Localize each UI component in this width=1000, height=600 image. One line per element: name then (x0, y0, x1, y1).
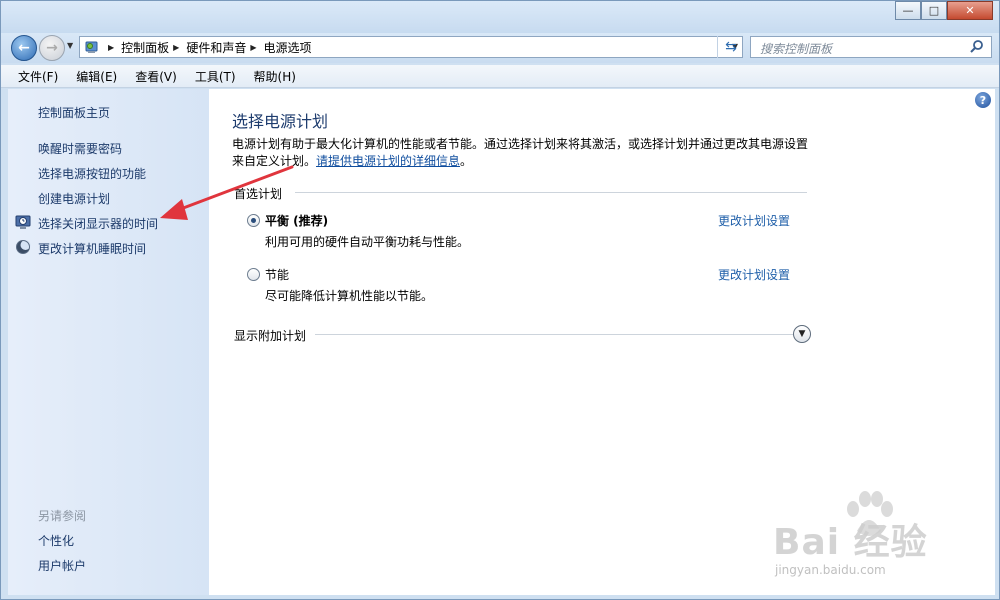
preferred-plans-label: 首选计划 (234, 187, 283, 201)
baidu-watermark: Bai 经验 jingyan.baidu.com (763, 491, 983, 591)
close-icon: ✕ (965, 4, 975, 17)
search-input[interactable]: 搜索控制面板 (750, 36, 992, 58)
forward-button[interactable]: → (39, 35, 65, 61)
power-options-window: — □ ✕ ← → ▼ ▶ 控制面板 ▶ 硬件和声音 ▶ 电源选项 ▼ ⇆ 搜索… (0, 0, 1000, 600)
page-title: 选择电源计划 (232, 112, 329, 131)
menu-tools[interactable]: 工具(T) (186, 68, 245, 85)
sidebar-item-sleep-time[interactable]: 更改计算机睡眠时间 (38, 240, 146, 257)
watermark-url: jingyan.baidu.com (775, 563, 886, 577)
page-description: 电源计划有助于最大化计算机的性能或者节能。通过选择计划来将其激活，或选择计划并通… (232, 136, 812, 170)
menu-file[interactable]: 文件(F) (9, 68, 67, 85)
breadcrumb-hardware-sound[interactable]: 硬件和声音 (186, 39, 246, 56)
address-bar[interactable]: ▶ 控制面板 ▶ 硬件和声音 ▶ 电源选项 ▼ (79, 36, 743, 58)
plan-power-saver-change-settings-link[interactable]: 更改计划设置 (718, 266, 790, 283)
help-icon[interactable]: ? (975, 92, 991, 108)
search-icon[interactable] (969, 39, 985, 55)
breadcrumb: ▶ 控制面板 ▶ 硬件和声音 ▶ 电源选项 (104, 37, 312, 57)
search-placeholder: 搜索控制面板 (760, 42, 833, 56)
chevron-down-icon: ▼ (798, 329, 806, 339)
sidebar-item-personalization[interactable]: 个性化 (38, 532, 74, 549)
arrow-right-icon: → (46, 40, 58, 56)
recent-pages-dropdown[interactable]: ▼ (67, 41, 73, 50)
see-also-heading: 另请参阅 (38, 509, 87, 523)
plan-balanced-name[interactable]: 平衡 (推荐) (265, 212, 328, 229)
window-controls: — □ ✕ (895, 1, 993, 20)
sidebar-item-wake-password[interactable]: 唤醒时需要密码 (38, 140, 122, 157)
close-button[interactable]: ✕ (947, 1, 993, 20)
maximize-button[interactable]: □ (921, 1, 947, 20)
expand-plans-button[interactable]: ▼ (793, 325, 811, 343)
title-bar: — □ ✕ (1, 1, 999, 33)
sidebar: 控制面板主页 唤醒时需要密码 选择电源按钮的功能 创建电源计划 选择关闭显示器的… (8, 89, 209, 595)
refresh-button[interactable]: ⇆ (717, 36, 744, 58)
control-panel-icon (85, 41, 98, 53)
breadcrumb-control-panel[interactable]: 控制面板 (121, 39, 169, 56)
sidebar-item-create-plan[interactable]: 创建电源计划 (38, 190, 110, 207)
arrow-left-icon: ← (18, 40, 30, 56)
section-divider (315, 334, 793, 335)
refresh-icon: ⇆ (725, 39, 737, 55)
plan-balanced-change-settings-link[interactable]: 更改计划设置 (718, 212, 790, 229)
watermark-text: Bai 经验 (773, 522, 928, 563)
plan-details-link[interactable]: 请提供电源计划的详细信息 (316, 154, 460, 168)
section-divider (295, 192, 807, 193)
menu-bar: 文件(F) 编辑(E) 查看(V) 工具(T) 帮助(H) (1, 65, 999, 88)
minimize-button[interactable]: — (895, 1, 921, 20)
sidebar-item-user-accounts[interactable]: 用户帐户 (38, 557, 86, 574)
plan-balanced-description: 利用可用的硬件自动平衡功耗与性能。 (265, 235, 470, 249)
menu-edit[interactable]: 编辑(E) (67, 68, 126, 85)
plan-power-saver-radio[interactable] (247, 268, 260, 281)
breadcrumb-separator-icon[interactable]: ▶ (108, 43, 114, 52)
plan-power-saver-description: 尽可能降低计算机性能以节能。 (265, 289, 434, 303)
breadcrumb-separator-icon[interactable]: ▶ (250, 43, 256, 52)
menu-view[interactable]: 查看(V) (126, 68, 186, 85)
back-button[interactable]: ← (11, 35, 37, 61)
breadcrumb-separator-icon[interactable]: ▶ (173, 43, 179, 52)
minimize-icon: — (902, 4, 914, 17)
sidebar-item-control-panel-home[interactable]: 控制面板主页 (38, 104, 110, 121)
description-end: 。 (460, 154, 473, 168)
breadcrumb-power-options[interactable]: 电源选项 (264, 39, 312, 56)
menu-help[interactable]: 帮助(H) (245, 68, 305, 85)
show-additional-plans-label[interactable]: 显示附加计划 (234, 327, 306, 344)
maximize-icon: □ (928, 4, 940, 17)
plan-balanced-radio[interactable] (247, 214, 260, 227)
moon-icon (16, 240, 31, 254)
sidebar-item-power-buttons[interactable]: 选择电源按钮的功能 (38, 165, 146, 182)
sidebar-item-display-off-time[interactable]: 选择关闭显示器的时间 (38, 215, 158, 232)
plan-power-saver-name[interactable]: 节能 (265, 266, 289, 283)
navigation-bar: ← → ▼ ▶ 控制面板 ▶ 硬件和声音 ▶ 电源选项 ▼ ⇆ 搜索控制面板 (1, 33, 999, 63)
monitor-clock-icon (15, 215, 31, 229)
